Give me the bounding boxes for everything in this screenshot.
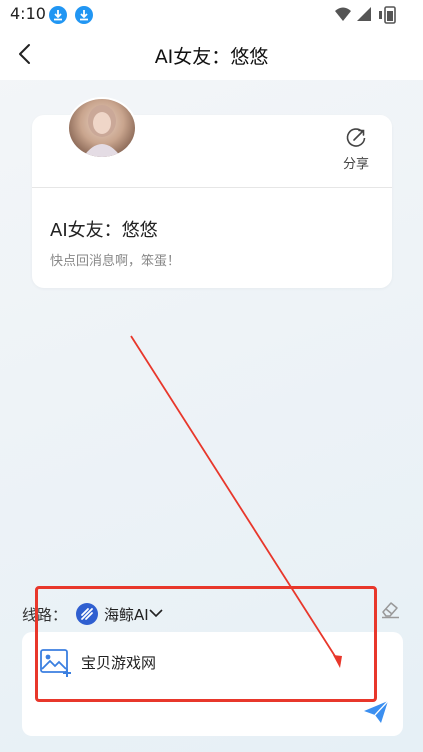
character-name: AI女友：悠悠 bbox=[50, 220, 158, 241]
wifi-icon bbox=[335, 7, 351, 21]
share-button[interactable]: 分享 bbox=[338, 127, 374, 172]
share-icon bbox=[346, 128, 366, 147]
card-divider bbox=[32, 187, 392, 188]
status-time: 4:10 bbox=[10, 4, 46, 23]
annotation-highlight-box bbox=[35, 586, 377, 702]
character-description: 快点回消息啊，笨蛋！ bbox=[50, 254, 181, 269]
signal-icon bbox=[357, 7, 371, 21]
download-notification-icon bbox=[75, 6, 93, 24]
eraser-icon[interactable] bbox=[379, 599, 401, 619]
send-icon[interactable] bbox=[363, 700, 389, 724]
system-status-icons bbox=[333, 5, 413, 25]
profile-card: 分享 AI女友：悠悠 快点回消息啊，笨蛋！ bbox=[32, 97, 392, 288]
app-header: AI女友：悠悠 bbox=[0, 30, 423, 80]
avatar bbox=[67, 97, 137, 159]
share-label: 分享 bbox=[342, 157, 369, 172]
page-title: AI女友：悠悠 bbox=[154, 46, 269, 68]
status-bar: 4:10 bbox=[0, 0, 423, 30]
download-notification-icon bbox=[49, 6, 67, 24]
